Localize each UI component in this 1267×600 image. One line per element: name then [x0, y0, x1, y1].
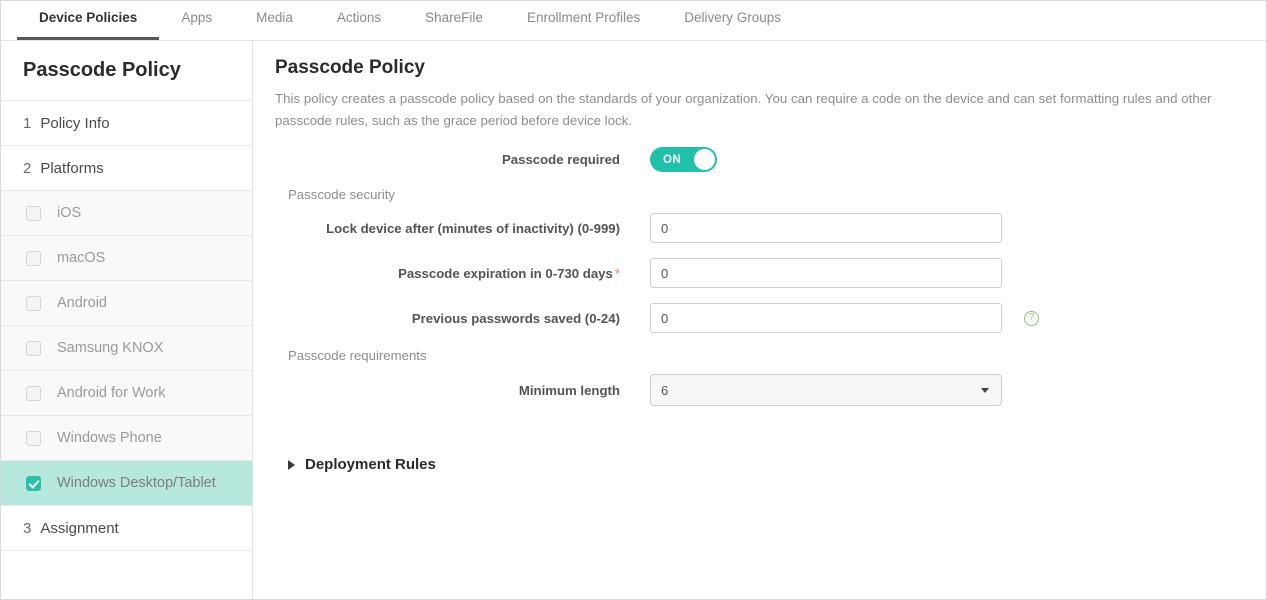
tab-label: Media — [256, 10, 293, 25]
row-minimum-length: Minimum length 6 — [275, 374, 1248, 406]
checkbox-icon[interactable] — [26, 386, 41, 401]
platform-label: iOS — [57, 205, 81, 221]
page-description: This policy creates a passcode policy ba… — [275, 88, 1248, 131]
page-title: Passcode Policy — [275, 57, 1248, 79]
step-number: 3 — [23, 520, 31, 537]
platform-label: Android — [57, 295, 107, 311]
tab-label: Apps — [181, 10, 212, 25]
sidebar-step-platforms[interactable]: 2 Platforms — [1, 146, 252, 191]
platform-label: Windows Desktop/Tablet — [57, 475, 216, 491]
label-text: Passcode expiration in 0-730 days — [398, 266, 613, 281]
checkbox-icon[interactable] — [26, 206, 41, 221]
tab-label: Delivery Groups — [684, 10, 781, 25]
step-number: 1 — [23, 115, 31, 132]
body-split: Passcode Policy 1 Policy Info 2 Platform… — [1, 41, 1266, 600]
minimum-length-select[interactable]: 6 — [650, 374, 1002, 406]
tab-enrollment-profiles[interactable]: Enrollment Profiles — [505, 1, 662, 40]
checkbox-icon[interactable] — [26, 296, 41, 311]
tab-actions[interactable]: Actions — [315, 1, 403, 40]
sidebar-platform-android[interactable]: Android — [1, 281, 252, 326]
sidebar-filler — [1, 551, 252, 600]
checkbox-checked-icon[interactable] — [26, 476, 41, 491]
toggle-state-label: ON — [663, 154, 681, 166]
previous-passwords-saved-input[interactable] — [650, 303, 1002, 333]
tab-label: Enrollment Profiles — [527, 10, 640, 25]
label-previous-passwords-saved: Previous passwords saved (0-24) — [275, 311, 650, 326]
sidebar-platform-android-for-work[interactable]: Android for Work — [1, 371, 252, 416]
tab-media[interactable]: Media — [234, 1, 315, 40]
help-question-icon[interactable]: ? — [1024, 311, 1039, 326]
chevron-down-icon — [981, 388, 989, 393]
label-lock-device-after: Lock device after (minutes of inactivity… — [275, 221, 650, 236]
tab-apps[interactable]: Apps — [159, 1, 234, 40]
tab-sharefile[interactable]: ShareFile — [403, 1, 505, 40]
deployment-rules-toggle[interactable]: Deployment Rules — [288, 456, 1248, 473]
sidebar-platform-samsung-knox[interactable]: Samsung KNOX — [1, 326, 252, 371]
platform-label: Windows Phone — [57, 430, 162, 446]
application-window: Device Policies Apps Media Actions Share… — [0, 0, 1267, 600]
passcode-expiration-input[interactable] — [650, 258, 1002, 288]
checkbox-icon[interactable] — [26, 251, 41, 266]
row-lock-device-after: Lock device after (minutes of inactivity… — [275, 213, 1248, 243]
triangle-right-icon — [288, 460, 295, 470]
row-previous-passwords-saved: Previous passwords saved (0-24) ? — [275, 303, 1248, 333]
platform-label: Android for Work — [57, 385, 166, 401]
sidebar-step-policy-info[interactable]: 1 Policy Info — [1, 101, 252, 146]
passcode-required-toggle[interactable]: ON — [650, 147, 717, 172]
label-passcode-required: Passcode required — [275, 152, 650, 167]
tab-delivery-groups[interactable]: Delivery Groups — [662, 1, 803, 40]
main-content-panel: Passcode Policy This policy creates a pa… — [253, 41, 1266, 600]
platform-label: Samsung KNOX — [57, 340, 163, 356]
required-asterisk: * — [615, 266, 620, 281]
section-heading-passcode-security: Passcode security — [288, 187, 1248, 202]
tab-label: Actions — [337, 10, 381, 25]
row-passcode-expiration: Passcode expiration in 0-730 days* — [275, 258, 1248, 288]
section-heading-passcode-requirements: Passcode requirements — [288, 348, 1248, 363]
sidebar-platform-windows-phone[interactable]: Windows Phone — [1, 416, 252, 461]
step-label: Assignment — [40, 520, 118, 537]
sidebar-platform-ios[interactable]: iOS — [1, 191, 252, 236]
tab-device-policies[interactable]: Device Policies — [17, 1, 159, 40]
step-label: Platforms — [40, 160, 103, 177]
sidebar-platform-macos[interactable]: macOS — [1, 236, 252, 281]
main-tab-bar: Device Policies Apps Media Actions Share… — [1, 1, 1266, 41]
sidebar-platform-windows-desktop-tablet[interactable]: Windows Desktop/Tablet — [1, 461, 252, 506]
step-number: 2 — [23, 160, 31, 177]
toggle-knob — [694, 149, 715, 170]
tab-label: ShareFile — [425, 10, 483, 25]
platform-label: macOS — [57, 250, 105, 266]
step-label: Policy Info — [40, 115, 109, 132]
tab-label: Device Policies — [39, 10, 137, 25]
checkbox-icon[interactable] — [26, 431, 41, 446]
label-passcode-expiration: Passcode expiration in 0-730 days* — [275, 266, 650, 281]
selected-value: 6 — [661, 383, 668, 398]
row-passcode-required: Passcode required ON — [275, 147, 1248, 172]
lock-device-after-input[interactable] — [650, 213, 1002, 243]
sidebar-step-assignment[interactable]: 3 Assignment — [1, 506, 252, 551]
label-minimum-length: Minimum length — [275, 383, 650, 398]
checkbox-icon[interactable] — [26, 341, 41, 356]
sidebar-title: Passcode Policy — [1, 41, 252, 101]
wizard-sidebar: Passcode Policy 1 Policy Info 2 Platform… — [1, 41, 253, 600]
deployment-rules-label: Deployment Rules — [305, 456, 436, 473]
